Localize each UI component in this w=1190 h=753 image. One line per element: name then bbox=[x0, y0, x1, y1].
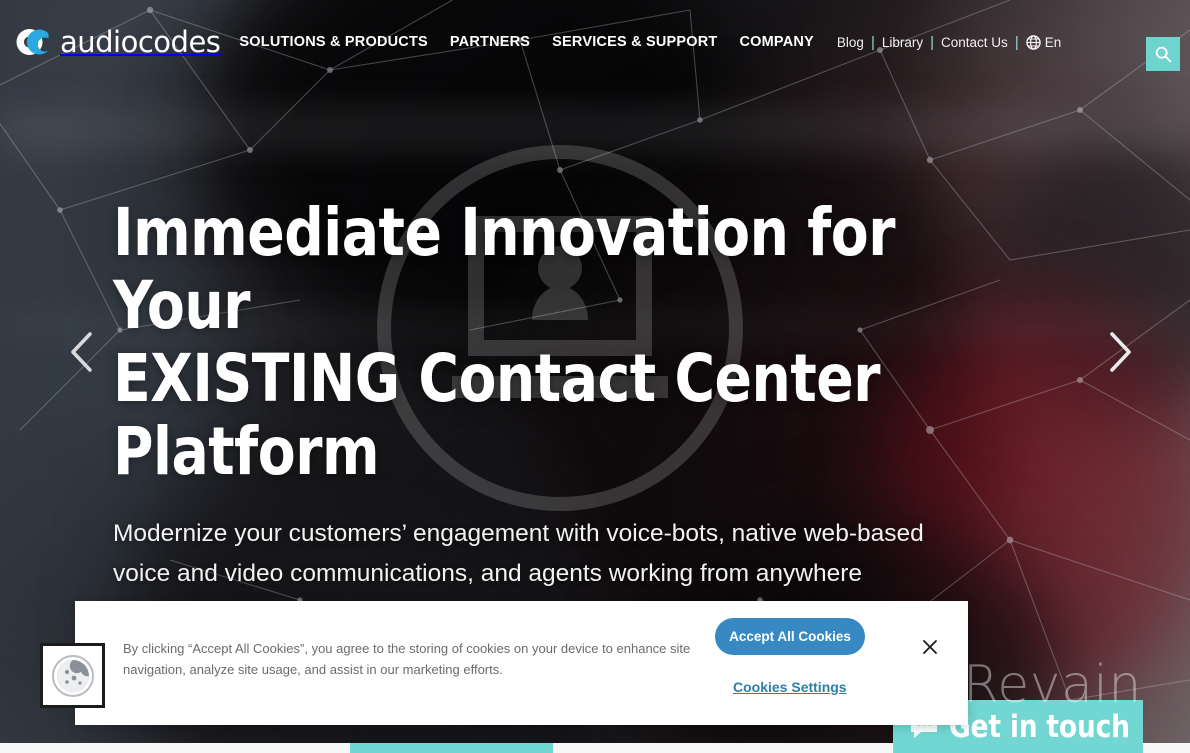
nav-company[interactable]: COMPANY bbox=[728, 34, 824, 50]
language-selector[interactable]: En bbox=[1020, 35, 1068, 50]
hero-subtitle-line-1: Modernize your customers’ engagement wit… bbox=[113, 520, 924, 547]
logo-wordmark: audiocodes bbox=[60, 25, 221, 59]
main-navigation: SOLUTIONS & PRODUCTS PARTNERS SERVICES &… bbox=[228, 34, 825, 50]
carousel-prev-button[interactable] bbox=[55, 325, 109, 379]
nav-blog[interactable]: Blog bbox=[831, 35, 870, 50]
chat-widget-label: Get in touch bbox=[949, 708, 1130, 745]
cookie-consent-banner: By clicking “Accept All Cookies”, you ag… bbox=[75, 601, 968, 725]
audiocodes-ac-logo-icon bbox=[16, 29, 49, 55]
nav-services-support[interactable]: SERVICES & SUPPORT bbox=[541, 34, 728, 50]
hero-subtitle: Modernize your customers’ engagement wit… bbox=[113, 514, 1073, 594]
chevron-right-icon bbox=[1110, 332, 1131, 372]
nav-solutions-products[interactable]: SOLUTIONS & PRODUCTS bbox=[228, 34, 438, 50]
cookie-icon bbox=[51, 654, 94, 697]
nav-partners[interactable]: PARTNERS bbox=[439, 34, 541, 50]
close-x-icon bbox=[923, 640, 937, 654]
nav-library[interactable]: Library bbox=[876, 35, 929, 50]
page-root: audiocodes SOLUTIONS & PRODUCTS PARTNERS… bbox=[0, 0, 1190, 753]
secondary-navigation: Blog | Library | Contact Us | En bbox=[831, 34, 1067, 51]
cookie-preferences-button[interactable] bbox=[40, 643, 105, 708]
hero-title-line-2: EXISTING Contact Center Platform bbox=[113, 340, 881, 490]
search-button[interactable] bbox=[1146, 37, 1180, 71]
globe-icon bbox=[1026, 34, 1041, 50]
cookie-banner-message: By clicking “Accept All Cookies”, you ag… bbox=[123, 641, 691, 677]
language-label: En bbox=[1044, 34, 1062, 50]
carousel-next-button[interactable] bbox=[1093, 325, 1147, 379]
hero-subtitle-line-2: voice and video communications, and agen… bbox=[113, 560, 863, 587]
accept-all-cookies-button[interactable]: Accept All Cookies bbox=[715, 618, 865, 655]
hero-title-line-1: Immediate Innovation for Your bbox=[113, 194, 896, 344]
logo-link[interactable]: audiocodes bbox=[12, 25, 221, 59]
chevron-left-icon bbox=[71, 332, 92, 372]
site-header: audiocodes SOLUTIONS & PRODUCTS PARTNERS… bbox=[0, 0, 1190, 84]
cookies-settings-link[interactable]: Cookies Settings bbox=[733, 679, 847, 695]
cookie-banner-close-button[interactable] bbox=[920, 637, 940, 657]
next-section-button-edge[interactable] bbox=[350, 743, 553, 753]
hero-title: Immediate Innovation for Your EXISTING C… bbox=[113, 196, 1006, 488]
search-icon bbox=[1155, 46, 1172, 63]
nav-contact-us[interactable]: Contact Us bbox=[935, 35, 1014, 50]
